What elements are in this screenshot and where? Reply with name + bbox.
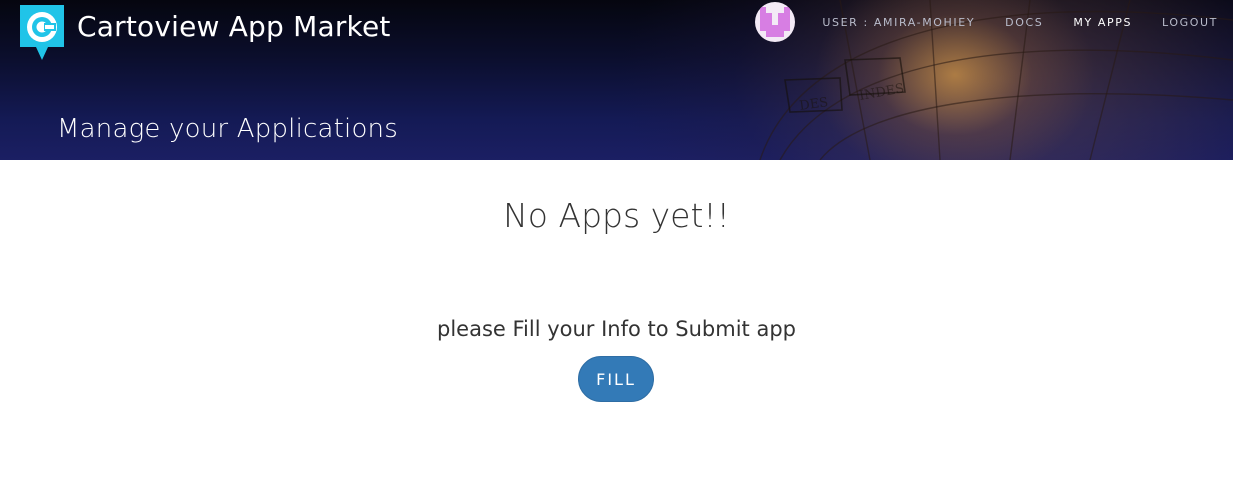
empty-state-title: No Apps yet!! — [503, 196, 730, 235]
main-content: No Apps yet!! please Fill your Info to S… — [0, 160, 1233, 484]
header-hero: DES INDES Cartoview App Market USER: AM… — [0, 0, 1233, 160]
brand-title: Cartoview App Market — [77, 10, 391, 43]
avatar[interactable] — [755, 2, 796, 42]
page-heading: Manage your Applications — [57, 114, 398, 144]
nav-logout[interactable]: LOGOUT — [1147, 16, 1233, 29]
brand[interactable]: Cartoview App Market — [20, 5, 391, 61]
identicon-icon — [760, 7, 791, 37]
nav-user[interactable]: USER : AMIRA-MOHIEY — [807, 16, 990, 29]
cartoview-logo-icon — [20, 5, 64, 60]
submit-prompt: please Fill your Info to Submit app — [437, 317, 796, 341]
nav-docs[interactable]: DOCS — [990, 16, 1058, 29]
fill-button[interactable]: FILL — [578, 356, 654, 402]
top-nav: USER : AMIRA-MOHIEY DOCS MY APPS LOGOUT — [755, 0, 1233, 44]
nav-my-apps[interactable]: MY APPS — [1058, 16, 1147, 29]
svg-text:INDES: INDES — [858, 81, 905, 104]
